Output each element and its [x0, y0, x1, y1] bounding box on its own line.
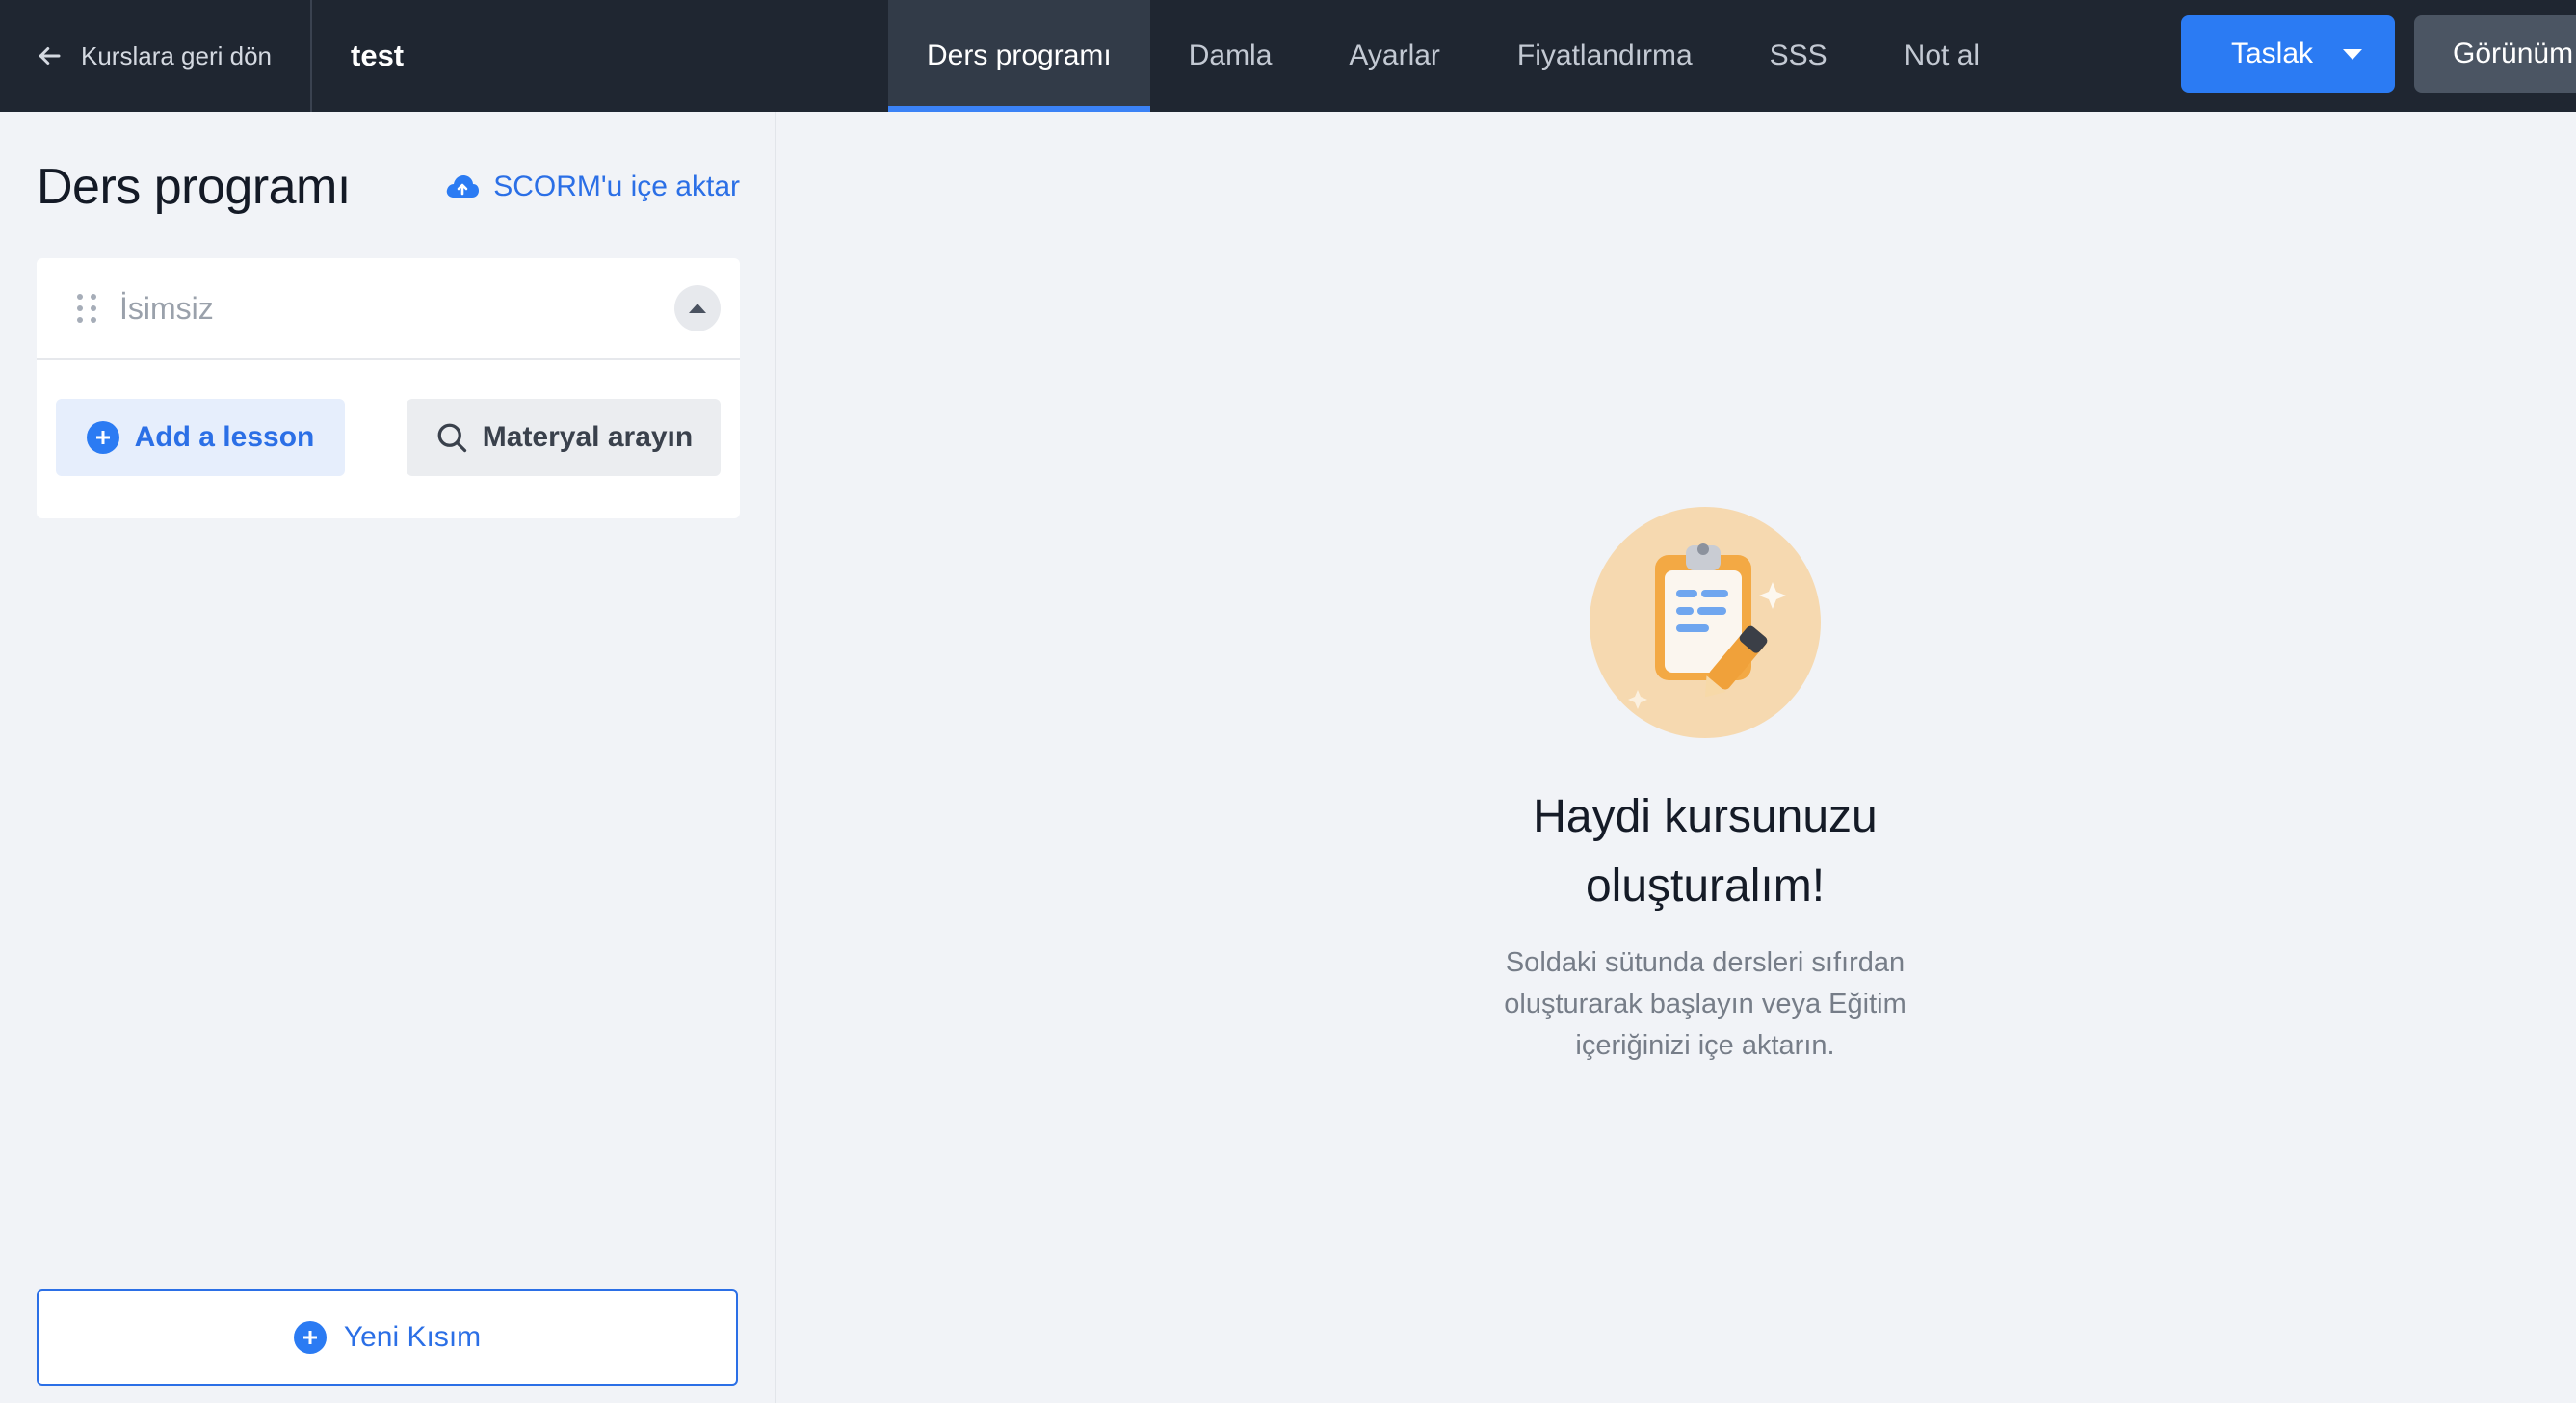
section-actions: Add a lesson Materyal arayın	[37, 360, 740, 476]
drag-handle-icon[interactable]	[77, 294, 96, 323]
empty-state: Haydi kursunuzu oluşturalım! Soldaki süt…	[1416, 507, 1994, 1067]
tab-pricing[interactable]: Fiyatlandırma	[1479, 0, 1731, 112]
search-icon	[437, 423, 466, 453]
clipboard-illustration-icon	[1590, 507, 1821, 738]
search-material-button[interactable]: Materyal arayın	[407, 399, 721, 476]
top-navigation-bar: Kurslara geri dön test Ders programı Dam…	[0, 0, 2576, 112]
search-material-label: Materyal arayın	[482, 421, 694, 453]
tab-curriculum[interactable]: Ders programı	[888, 0, 1150, 112]
add-lesson-label: Add a lesson	[134, 421, 315, 453]
plus-circle-icon	[86, 421, 119, 454]
empty-state-description: Soldaki sütunda dersleri sıfırdan oluştu…	[1504, 947, 1906, 1061]
add-lesson-button[interactable]: Add a lesson	[56, 399, 345, 476]
curriculum-sidebar: Ders programı SCORM'u içe aktar İsimsiz …	[0, 112, 776, 1403]
import-scorm-button[interactable]: SCORM'u içe aktar	[445, 171, 740, 203]
arrow-left-icon	[39, 47, 61, 65]
new-section-button[interactable]: Yeni Kısım	[37, 1289, 738, 1386]
status-label: Taslak	[2231, 38, 2314, 69]
empty-state-title: Haydi kursunuzu oluşturalım!	[1533, 791, 1878, 912]
preview-button[interactable]: Görünüm	[2414, 15, 2576, 93]
course-title: test	[351, 39, 405, 72]
sidebar-header: Ders programı SCORM'u içe aktar	[37, 158, 740, 216]
chevron-up-icon	[689, 304, 706, 313]
preview-label: Görünüm	[2453, 38, 2574, 69]
new-section-label: Yeni Kısım	[343, 1321, 482, 1353]
cloud-upload-icon	[446, 175, 480, 198]
collapse-section-button[interactable]	[674, 285, 721, 331]
section-card: İsimsiz Add a lesson Materyal arayın	[37, 258, 740, 518]
course-tabs: Ders programı Damla Ayarlar Fiyatlandırm…	[888, 0, 2018, 112]
sidebar-title: Ders programı	[37, 159, 351, 215]
tab-settings[interactable]: Ayarlar	[1310, 0, 1478, 112]
status-dropdown-button[interactable]: Taslak	[2181, 15, 2395, 93]
import-scorm-label: SCORM'u içe aktar	[493, 171, 740, 202]
back-to-courses-link[interactable]: Kurslara geri dön	[0, 0, 310, 112]
back-label: Kurslara geri dön	[81, 40, 272, 70]
plus-circle-icon	[293, 1321, 327, 1354]
tab-drip[interactable]: Damla	[1150, 0, 1311, 112]
section-name-input[interactable]: İsimsiz	[119, 291, 674, 327]
section-header: İsimsiz	[37, 258, 740, 360]
tab-notes[interactable]: Not al	[1866, 0, 2018, 112]
caret-down-icon	[2343, 48, 2362, 60]
tab-faq[interactable]: SSS	[1731, 0, 1866, 112]
